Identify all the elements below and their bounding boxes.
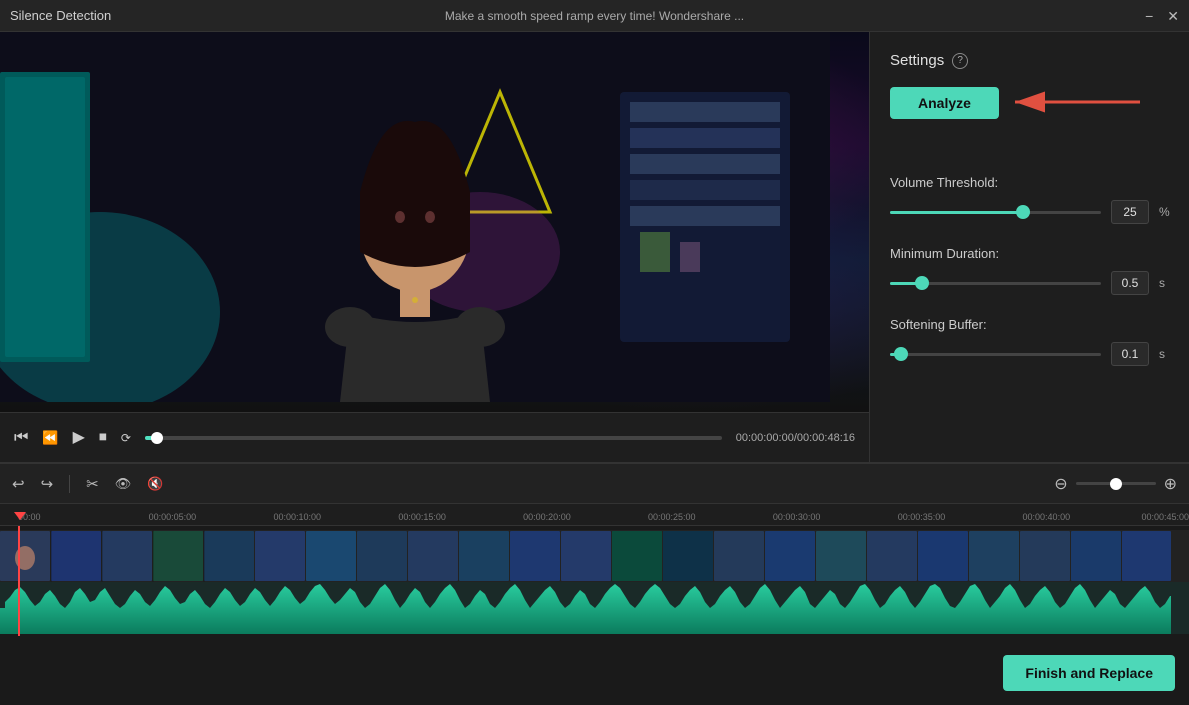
ruler-mark-1: 00:00:05:00 xyxy=(149,512,197,522)
ruler-mark-8: 00:00:40:00 xyxy=(1023,512,1071,522)
annotation-arrow xyxy=(1005,82,1145,122)
marquee-text: Make a smooth speed ramp every time! Won… xyxy=(445,9,744,23)
ruler-mark-5: 00:00:25:00 xyxy=(648,512,696,522)
volume-slider-thumb[interactable] xyxy=(1016,205,1030,219)
timeline-ruler: 00:00 00:00:05:00 00:00:10:00 00:00:15:0… xyxy=(0,504,1189,526)
playhead-triangle xyxy=(14,512,26,520)
video-preview xyxy=(0,32,869,412)
video-track xyxy=(0,530,1189,582)
video-section: ⏮ ⏪ ▶ ⏹ ⟳ 00:00:00:00/00:00:48:16 xyxy=(0,32,869,462)
zoom-slider[interactable] xyxy=(1076,482,1156,485)
softening-buffer-unit: s xyxy=(1159,347,1169,361)
minimum-duration-unit: s xyxy=(1159,276,1169,290)
video-content xyxy=(0,32,869,412)
frame-back-button[interactable]: ⏪ xyxy=(42,431,58,444)
play-button[interactable]: ▶ xyxy=(73,430,85,446)
main-area: ⏮ ⏪ ▶ ⏹ ⟳ 00:00:00:00/00:00:48:16 Settin… xyxy=(0,32,1189,462)
window-controls: − ✕ xyxy=(1145,9,1179,23)
toolbar-separator-1 xyxy=(69,475,70,493)
minimum-duration-row: 0.5 s xyxy=(890,271,1169,295)
timeline-toolbar: ↩ ↪ ✂ 👁 🔇 ⊖ ⊕ xyxy=(0,464,1189,504)
settings-panel: Settings ? Analyze Volume Threshold: xyxy=(869,32,1189,462)
video-background xyxy=(0,32,869,412)
volume-threshold-unit: % xyxy=(1159,205,1169,219)
mute-button[interactable]: 🔇 xyxy=(147,476,163,492)
close-button[interactable]: ✕ xyxy=(1167,9,1179,23)
volume-threshold-group: Volume Threshold: 25 % xyxy=(890,175,1169,224)
help-icon[interactable]: ? xyxy=(952,53,968,69)
go-to-start-button[interactable]: ⏮ xyxy=(14,430,28,446)
softening-buffer-row: 0.1 s xyxy=(890,342,1169,366)
settings-title: Settings xyxy=(890,52,944,69)
undo-button[interactable]: ↩ xyxy=(12,475,25,493)
visibility-button[interactable]: 👁 xyxy=(115,476,132,492)
minimum-duration-slider[interactable] xyxy=(890,282,1101,285)
ruler-mark-7: 00:00:35:00 xyxy=(898,512,946,522)
zoom-out-button[interactable]: ⊖ xyxy=(1054,474,1067,494)
title-bar: Silence Detection Make a smooth speed ra… xyxy=(0,0,1189,32)
cut-button[interactable]: ✂ xyxy=(86,475,99,493)
ruler-mark-9: 00:00:45:00 xyxy=(1141,512,1189,522)
softening-buffer-slider[interactable] xyxy=(890,353,1101,356)
volume-threshold-value: 25 xyxy=(1111,200,1149,224)
finish-and-replace-button[interactable]: Finish and Replace xyxy=(1003,655,1175,691)
waveform-track xyxy=(0,582,1189,634)
time-display: 00:00:00:00/00:00:48:16 xyxy=(736,432,855,444)
analyze-section: Analyze xyxy=(890,87,1169,147)
waveform-svg xyxy=(0,582,1171,634)
stop-button[interactable]: ⏹ xyxy=(99,430,107,446)
playhead-line xyxy=(18,526,20,636)
ruler-mark-6: 00:00:30:00 xyxy=(773,512,821,522)
softening-buffer-value: 0.1 xyxy=(1111,342,1149,366)
minimum-duration-group: Minimum Duration: 0.5 s xyxy=(890,246,1169,295)
ruler-mark-2: 00:00:10:00 xyxy=(273,512,321,522)
volume-slider-fill xyxy=(890,211,1023,214)
ruler-mark-3: 00:00:15:00 xyxy=(398,512,446,522)
progress-thumb xyxy=(151,432,163,444)
video-thumbnails-svg xyxy=(0,530,1171,582)
app-title: Silence Detection xyxy=(10,8,111,23)
ruler-mark-4: 00:00:20:00 xyxy=(523,512,571,522)
video-scene-svg xyxy=(0,32,830,402)
timeline-tracks xyxy=(0,526,1189,636)
progress-bar[interactable] xyxy=(145,436,722,440)
volume-threshold-label: Volume Threshold: xyxy=(890,175,1169,190)
softening-buffer-label: Softening Buffer: xyxy=(890,317,1169,332)
video-controls: ⏮ ⏪ ▶ ⏹ ⟳ 00:00:00:00/00:00:48:16 xyxy=(0,412,869,462)
duration-slider-thumb[interactable] xyxy=(915,276,929,290)
minimum-duration-label: Minimum Duration: xyxy=(890,246,1169,261)
zoom-in-button[interactable]: ⊕ xyxy=(1164,474,1177,494)
minimum-duration-value: 0.5 xyxy=(1111,271,1149,295)
loop-button[interactable]: ⟳ xyxy=(121,432,131,444)
volume-threshold-row: 25 % xyxy=(890,200,1169,224)
minimize-button[interactable]: − xyxy=(1145,9,1153,23)
timeline-area: ↩ ↪ ✂ 👁 🔇 ⊖ ⊕ 00:00 00:00:05:00 00:00:10… xyxy=(0,462,1189,705)
softening-slider-thumb[interactable] xyxy=(894,347,908,361)
volume-threshold-slider[interactable] xyxy=(890,211,1101,214)
zoom-controls: ⊖ ⊕ xyxy=(1054,474,1177,494)
settings-header: Settings ? xyxy=(890,52,1169,69)
analyze-button[interactable]: Analyze xyxy=(890,87,999,119)
softening-buffer-group: Softening Buffer: 0.1 s xyxy=(890,317,1169,366)
zoom-thumb xyxy=(1110,478,1122,490)
redo-button[interactable]: ↪ xyxy=(41,475,54,493)
